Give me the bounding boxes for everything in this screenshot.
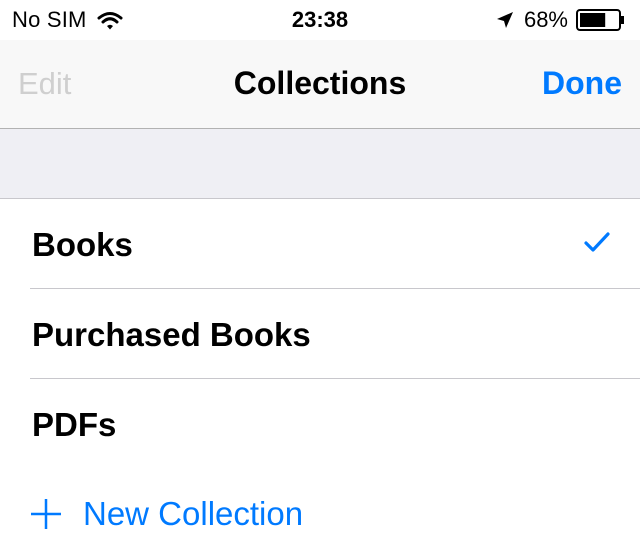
collection-row-pdfs[interactable]: PDFs	[30, 379, 640, 468]
battery-icon	[576, 9, 624, 31]
collection-row-purchased-books[interactable]: Purchased Books	[30, 289, 640, 379]
collection-label: Books	[32, 226, 133, 263]
collections-screen: No SIM 23:38 68% Edit Collections Done B…	[0, 0, 640, 557]
new-collection-label: New Collection	[83, 495, 304, 532]
collection-row-books[interactable]: Books	[30, 199, 640, 289]
collection-label: PDFs	[32, 406, 117, 443]
collections-list: Books Purchased Books PDFs	[0, 199, 640, 468]
status-bar: No SIM 23:38 68%	[0, 0, 640, 40]
checkmark-icon	[584, 232, 610, 252]
section-header	[0, 129, 640, 199]
battery-fill	[580, 13, 606, 27]
status-right: 68%	[496, 7, 626, 33]
location-arrow-icon	[496, 12, 513, 28]
done-button[interactable]: Done	[542, 65, 622, 102]
battery-percent: 68%	[523, 7, 568, 32]
new-collection-button[interactable]: New Collection	[0, 468, 640, 557]
plus-icon	[31, 499, 61, 529]
navigation-bar: Edit Collections Done	[0, 40, 640, 129]
collection-label: Purchased Books	[32, 316, 311, 353]
